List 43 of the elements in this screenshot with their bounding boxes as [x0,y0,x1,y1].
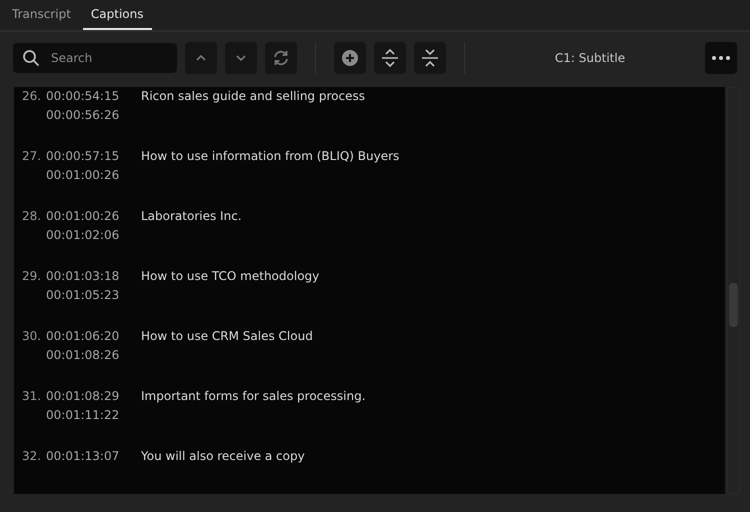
tab[interactable]: Transcript [4,0,79,30]
merge-button[interactable] [414,42,446,74]
caption-start-time[interactable]: 00:00:54:15 [46,89,141,103]
caption-text[interactable]: How to use CRM Sales Cloud [141,329,313,343]
plus-circle-icon [341,49,359,67]
track-label: C1: Subtitle [554,51,626,65]
search-field[interactable]: Search [13,43,177,73]
chevron-up-icon [195,54,207,62]
caption-text[interactable]: How to use TCO methodology [141,269,320,283]
caption-end-time[interactable]: 00:01:08:26 [46,348,141,362]
caption-start-time[interactable]: 00:01:03:18 [46,269,141,283]
caption-start-time[interactable]: 00:01:00:26 [46,209,141,223]
caption-index: 30. [22,329,42,343]
caption-text[interactable]: Important forms for sales processing. [141,389,366,403]
replace-button[interactable] [265,42,297,74]
caption-end-time[interactable]: 00:01:11:22 [46,408,141,422]
caption-start-time[interactable]: 00:01:13:07 [46,449,141,463]
more-icon [712,56,730,60]
caption-end-time[interactable]: 00:00:56:26 [46,108,141,122]
caption-text[interactable]: Ricon sales guide and selling process [141,89,365,103]
caption-text[interactable]: You will also receive a copy [141,449,305,463]
caption-start-time[interactable]: 00:00:57:15 [46,149,141,163]
caption-text[interactable]: Laboratories Inc. [141,209,242,223]
caption-start-time[interactable]: 00:01:06:20 [46,329,141,343]
caption-index: 32. [22,449,42,463]
caption-end-time[interactable]: 00:01:05:23 [46,288,141,302]
caption-index: 28. [22,209,42,223]
caption-index: 26. [22,89,42,103]
caption-end-time[interactable]: 00:01:02:06 [46,228,141,242]
split-icon [380,48,400,68]
add-caption-button[interactable] [334,42,366,74]
refresh-icon [272,49,290,67]
split-button[interactable] [374,42,406,74]
caption-start-time[interactable]: 00:01:08:29 [46,389,141,403]
caption-text[interactable]: How to use information from (BLIQ) Buyers [141,149,400,163]
caption-end-time[interactable]: 00:01:00:26 [46,168,141,182]
caption-index: 27. [22,149,42,163]
more-button[interactable] [705,42,737,74]
caption-index: 29. [22,269,42,283]
caption-index: 31. [22,389,42,403]
merge-icon [420,48,440,68]
tab[interactable]: Captions [82,0,152,30]
chevron-down-icon [235,54,247,62]
